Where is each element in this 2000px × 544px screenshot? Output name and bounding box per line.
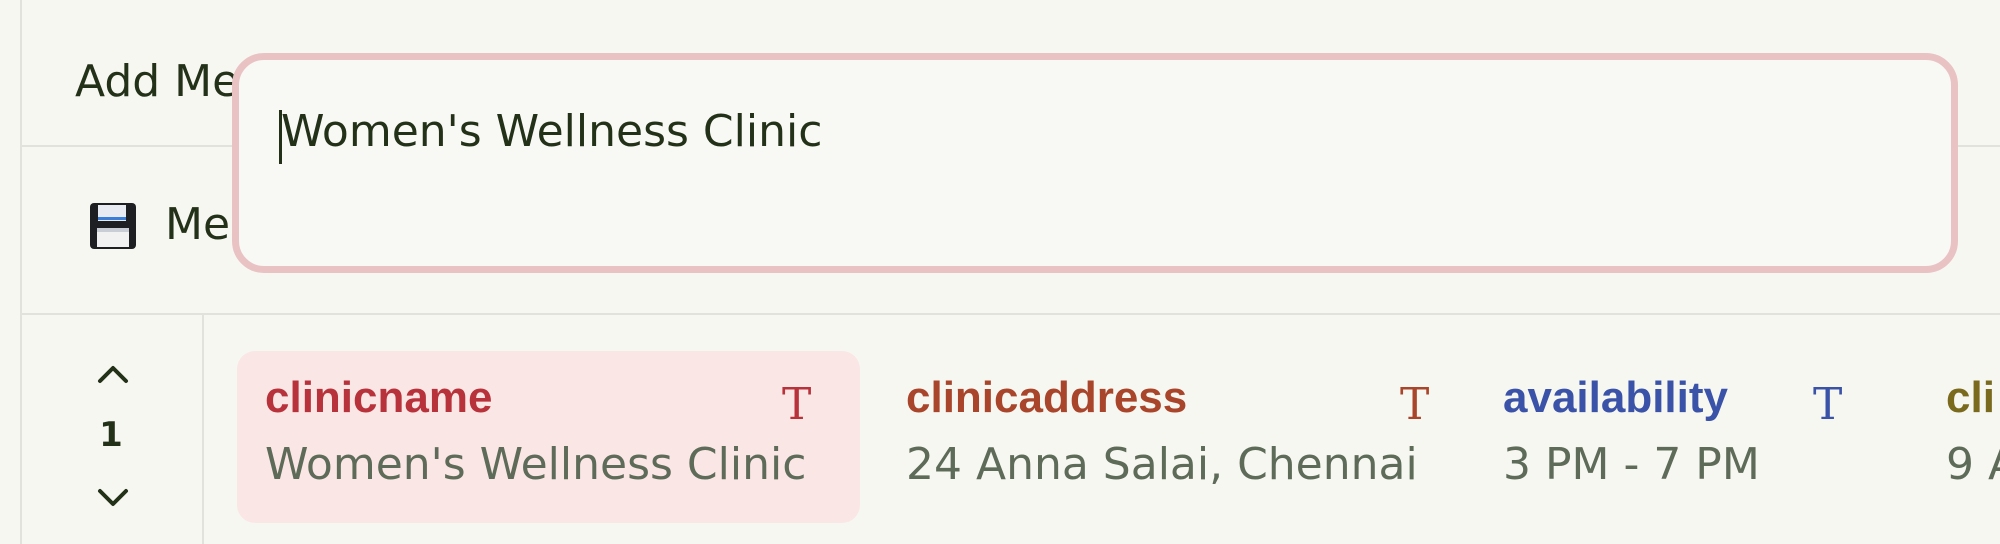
text-type-icon: T	[782, 379, 812, 430]
text-type-icon: T	[1813, 379, 1843, 430]
floppy-disk-icon[interactable]	[88, 201, 138, 251]
field-value: 3 PM - 7 PM	[1503, 439, 1760, 490]
cell-editor-input[interactable]: Women's Wellness Clinic	[232, 53, 1958, 273]
record-navigator: 1	[20, 315, 204, 544]
field-name: availability	[1503, 373, 1729, 422]
field-clinic-hours-partial[interactable]: cli 9 A	[1918, 351, 2000, 523]
left-border	[0, 0, 22, 544]
field-name: cli	[1946, 373, 1995, 422]
save-button-label[interactable]: Me	[165, 199, 230, 250]
chevron-down-icon[interactable]	[96, 487, 130, 509]
text-type-icon: T	[1400, 379, 1430, 430]
field-value: 9 A	[1946, 439, 2000, 490]
field-availability[interactable]: availability T 3 PM - 7 PM	[1475, 351, 1935, 523]
record-number: 1	[99, 415, 123, 455]
record-strip: 1 clinicname T Women's Wellness Clinic c…	[20, 315, 2000, 544]
field-clinicname[interactable]: clinicname T Women's Wellness Clinic	[237, 351, 860, 523]
cell-editor-value: Women's Wellness Clinic	[281, 106, 823, 157]
add-button[interactable]: Add Me	[75, 56, 239, 107]
field-value: Women's Wellness Clinic	[265, 439, 807, 490]
field-name: clinicaddress	[906, 373, 1188, 422]
field-value: 24 Anna Salai, Chennai	[906, 439, 1418, 490]
field-clinicaddress[interactable]: clinicaddress T 24 Anna Salai, Chennai	[878, 351, 1458, 523]
field-name: clinicname	[265, 373, 493, 422]
chevron-up-icon[interactable]	[96, 363, 130, 385]
